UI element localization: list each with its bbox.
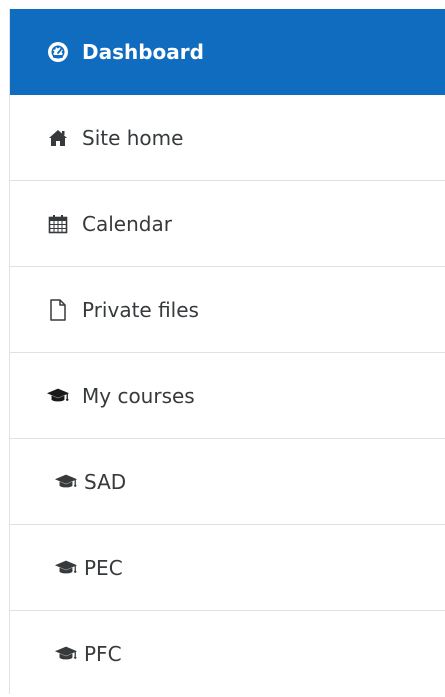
calendar-icon <box>46 212 70 236</box>
nav-item-label: Private files <box>82 297 199 322</box>
graduation-cap-icon <box>54 642 78 666</box>
dashboard-icon <box>46 40 70 64</box>
nav-item-label: Dashboard <box>82 40 204 64</box>
file-icon <box>46 298 70 322</box>
nav-item-calendar[interactable]: Calendar <box>10 181 445 267</box>
nav-item-private-files[interactable]: Private files <box>10 267 445 353</box>
graduation-cap-icon <box>54 470 78 494</box>
sidebar-navigation: Dashboard Site home Calendar Private fil… <box>9 9 445 694</box>
nav-item-course-pec[interactable]: PEC <box>10 525 445 611</box>
nav-item-my-courses[interactable]: My courses <box>10 353 445 439</box>
nav-item-label: SAD <box>84 469 127 494</box>
nav-item-course-sad[interactable]: SAD <box>10 439 445 525</box>
nav-item-label: My courses <box>82 383 195 408</box>
nav-item-site-home[interactable]: Site home <box>10 95 445 181</box>
nav-item-dashboard[interactable]: Dashboard <box>10 9 445 95</box>
home-icon <box>46 126 70 150</box>
nav-item-label: PFC <box>84 642 122 666</box>
nav-item-label: PEC <box>84 555 123 580</box>
graduation-cap-icon <box>54 556 78 580</box>
nav-item-label: Calendar <box>82 211 172 236</box>
nav-item-course-pfc[interactable]: PFC <box>10 611 445 697</box>
nav-item-label: Site home <box>82 125 184 150</box>
graduation-cap-icon <box>46 384 70 408</box>
